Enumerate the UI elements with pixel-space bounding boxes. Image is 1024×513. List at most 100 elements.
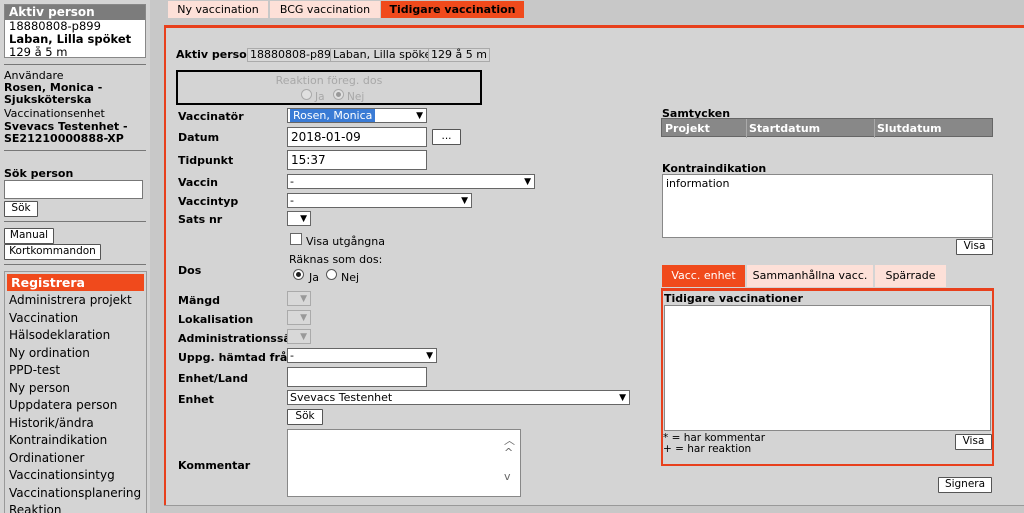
menu-header-registrera[interactable]: Registrera bbox=[7, 274, 144, 291]
tab-tidigare-vaccination[interactable]: Tidigare vaccination bbox=[381, 1, 524, 18]
counts-as-dose-yes-radio[interactable] bbox=[293, 269, 304, 280]
previous-vaccinations-list[interactable] bbox=[664, 305, 991, 431]
chevron-up-icon[interactable]: ^ bbox=[504, 446, 513, 459]
manual-button[interactable]: Manual bbox=[4, 228, 54, 244]
form-active-person-name: Laban, Lilla spöket bbox=[330, 48, 439, 62]
reaction-yes-label: Ja bbox=[315, 91, 325, 103]
tab-ny-vaccination[interactable]: Ny vaccination bbox=[168, 1, 268, 18]
sidebar-divider bbox=[4, 221, 146, 222]
previous-vaccinations-title: Tidigare vaccinationer bbox=[664, 292, 803, 305]
unit-label: Vaccinationsenhet bbox=[4, 107, 105, 120]
chevron-down-icon: ▼ bbox=[426, 351, 433, 361]
sidebar: Aktiv person 18880808-p899 Laban, Lilla … bbox=[0, 0, 150, 513]
source-selected-value: - bbox=[290, 349, 294, 362]
counts-as-dose-no-radio[interactable] bbox=[326, 269, 337, 280]
search-person-button[interactable]: Sök bbox=[4, 201, 38, 217]
bottom-bar bbox=[164, 505, 1024, 513]
menu-item-vaccinationsintyg[interactable]: Vaccinationsintyg bbox=[5, 467, 146, 485]
sidebar-divider bbox=[4, 264, 146, 265]
location-label: Lokalisation bbox=[178, 313, 254, 326]
tab-bcg-vaccination[interactable]: BCG vaccination bbox=[270, 1, 380, 18]
date-input[interactable]: 2018-01-09 bbox=[287, 127, 427, 147]
active-person-name: Laban, Lilla spöket bbox=[9, 33, 132, 46]
vaccine-select[interactable]: - ▼ bbox=[287, 174, 535, 189]
search-person-label: Sök person bbox=[4, 167, 74, 180]
chevron-down-icon: ▼ bbox=[461, 196, 468, 206]
dose-label: Dos bbox=[178, 264, 202, 277]
contraindication-show-button[interactable]: Visa bbox=[956, 239, 993, 255]
location-select: ▼ bbox=[287, 310, 311, 325]
vaccine-selected-value: - bbox=[290, 175, 294, 188]
comment-textarea[interactable] bbox=[287, 429, 521, 497]
active-person-id: 18880808-p899 bbox=[9, 20, 101, 33]
unit-select[interactable]: Svevacs Testenhet ▼ bbox=[287, 390, 630, 405]
date-label: Datum bbox=[178, 131, 220, 144]
previous-vaccinations-show-button[interactable]: Visa bbox=[955, 434, 992, 450]
menu-item-halsodeklaration[interactable]: Hälsodeklaration bbox=[5, 327, 146, 345]
menu-item-ordinationer[interactable]: Ordinationer bbox=[5, 450, 146, 468]
counts-as-dose-no-label: Nej bbox=[341, 271, 360, 284]
form-active-person-id: 18880808-p899 bbox=[247, 48, 341, 62]
active-person-box: Aktiv person 18880808-p899 Laban, Lilla … bbox=[4, 4, 146, 59]
source-select[interactable]: - ▼ bbox=[287, 348, 437, 363]
sidebar-menu: Registrera Administrera projekt Vaccinat… bbox=[4, 271, 147, 513]
vaccine-type-select[interactable]: - ▼ bbox=[287, 193, 472, 208]
date-picker-button[interactable]: ... bbox=[432, 129, 461, 145]
form-active-person-age: 129 å 5 m bbox=[428, 48, 490, 62]
chevron-down-icon: ▼ bbox=[300, 294, 307, 304]
search-person-input[interactable] bbox=[4, 180, 143, 199]
subtab-sparrade[interactable]: Spärrade bbox=[875, 265, 946, 287]
administration-method-select: ▼ bbox=[287, 329, 311, 344]
chevron-down-icon: ▼ bbox=[416, 111, 423, 121]
menu-item-ny-person[interactable]: Ny person bbox=[5, 380, 146, 398]
vaccinator-selected-value: Rosen, Monica bbox=[290, 109, 376, 122]
consents-col-project: Projekt bbox=[665, 122, 710, 135]
chevron-down-icon[interactable]: v bbox=[504, 470, 511, 483]
unit-country-input[interactable] bbox=[287, 367, 427, 387]
menu-item-vaccinationsplanering[interactable]: Vaccinationsplanering bbox=[5, 485, 146, 503]
vaccinator-select[interactable]: Rosen, Monica ▼ bbox=[287, 108, 427, 123]
show-expired-checkbox[interactable] bbox=[290, 233, 302, 245]
show-expired-label: Visa utgångna bbox=[306, 235, 385, 248]
chevron-down-icon: ▼ bbox=[300, 313, 307, 323]
time-label: Tidpunkt bbox=[178, 154, 234, 167]
menu-item-administrera-projekt[interactable]: Administrera projekt bbox=[5, 292, 146, 310]
chevron-down-icon: ▼ bbox=[300, 214, 307, 224]
vaccine-type-selected-value: - bbox=[290, 194, 294, 207]
vaccine-type-label: Vaccintyp bbox=[178, 195, 239, 208]
sign-button[interactable]: Signera bbox=[938, 477, 992, 493]
counts-as-dose-yes-label: Ja bbox=[309, 271, 319, 284]
counts-as-dose-label: Räknas som dos: bbox=[289, 253, 383, 266]
menu-item-uppdatera-person[interactable]: Uppdatera person bbox=[5, 397, 146, 415]
menu-item-ny-ordination[interactable]: Ny ordination bbox=[5, 345, 146, 363]
batch-number-label: Sats nr bbox=[178, 213, 223, 226]
column-divider bbox=[746, 119, 747, 138]
time-input[interactable]: 15:37 bbox=[287, 150, 427, 170]
form-active-person-label: Aktiv person bbox=[176, 48, 255, 61]
subtab-sammanhallna-vacc[interactable]: Sammanhållna vacc. bbox=[747, 265, 873, 287]
unit-code: SE21210000888-XP bbox=[4, 132, 124, 145]
amount-label: Mängd bbox=[178, 294, 220, 307]
reaction-title: Reaktion föreg. dos bbox=[275, 74, 383, 87]
column-divider bbox=[874, 119, 875, 138]
menu-item-historik-andra[interactable]: Historik/ändra bbox=[5, 415, 146, 433]
subtab-vacc-enhet[interactable]: Vacc. enhet bbox=[662, 265, 745, 287]
unit-country-label: Enhet/Land bbox=[178, 372, 249, 385]
menu-item-vaccination[interactable]: Vaccination bbox=[5, 310, 146, 328]
batch-number-select[interactable]: ▼ bbox=[287, 211, 311, 226]
source-label: Uppg. hämtad från bbox=[178, 351, 296, 364]
unit-field-label: Enhet bbox=[178, 393, 214, 406]
consents-col-enddate: Slutdatum bbox=[877, 122, 942, 135]
menu-item-kontraindikation[interactable]: Kontraindikation bbox=[5, 432, 146, 450]
unit-search-button[interactable]: Sök bbox=[287, 409, 323, 425]
menu-item-reaktion[interactable]: Reaktion bbox=[5, 502, 146, 513]
chevron-down-icon: ▼ bbox=[619, 393, 626, 403]
sidebar-divider bbox=[4, 150, 146, 151]
menu-item-ppd-test[interactable]: PPD-test bbox=[5, 362, 146, 380]
chevron-down-icon: ▼ bbox=[300, 332, 307, 342]
shortcuts-button[interactable]: Kortkommandon bbox=[4, 244, 101, 260]
chevron-down-icon: ▼ bbox=[524, 177, 531, 187]
comment-label: Kommentar bbox=[178, 459, 251, 472]
vaccinator-label: Vaccinatör bbox=[178, 110, 244, 123]
legend-reaction: + = har reaktion bbox=[663, 443, 752, 455]
